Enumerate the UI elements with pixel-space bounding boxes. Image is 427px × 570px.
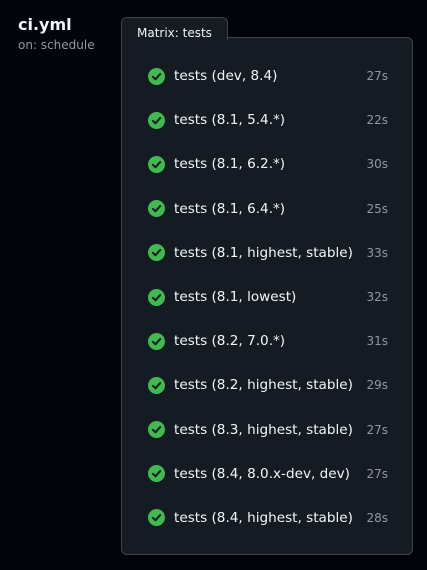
job-duration: 27s: [366, 422, 388, 437]
check-circle-icon: [148, 421, 165, 439]
job-row[interactable]: tests (8.1, 6.4.*) 25s: [148, 187, 388, 231]
job-list: tests (dev, 8.4) 27s tests (8.1, 5.4.*) …: [148, 54, 388, 540]
job-name: tests (8.1, 5.4.*): [174, 112, 286, 129]
job-name: tests (8.4, 8.0.x-dev, dev): [174, 465, 350, 482]
workflow-title[interactable]: ci.yml: [18, 15, 95, 35]
job-duration: 30s: [366, 157, 388, 172]
job-duration: 29s: [366, 378, 388, 393]
check-circle-icon: [148, 244, 165, 262]
job-duration: 27s: [366, 466, 388, 481]
job-row[interactable]: tests (8.4, highest, stable) 28s: [148, 496, 388, 540]
job-duration: 31s: [366, 334, 388, 349]
job-duration: 27s: [366, 69, 388, 84]
check-circle-icon: [148, 155, 165, 173]
job-name: tests (8.1, 6.2.*): [174, 156, 286, 173]
workflow-header: ci.yml on: schedule: [18, 15, 95, 54]
check-circle-icon: [148, 465, 165, 483]
check-circle-icon: [148, 509, 165, 527]
matrix-tab[interactable]: Matrix: tests: [121, 17, 228, 41]
job-row[interactable]: tests (8.2, highest, stable) 29s: [148, 363, 388, 407]
job-duration: 32s: [366, 290, 388, 305]
job-name: tests (dev, 8.4): [174, 68, 278, 85]
job-name: tests (8.4, highest, stable): [174, 509, 353, 526]
workflow-trigger: on: schedule: [18, 38, 95, 52]
job-duration: 22s: [366, 113, 388, 128]
job-name: tests (8.1, 6.4.*): [174, 200, 286, 217]
job-name: tests (8.1, highest, stable): [174, 244, 353, 261]
job-name: tests (8.2, highest, stable): [174, 377, 353, 394]
check-circle-icon: [148, 67, 165, 85]
check-circle-icon: [148, 332, 165, 350]
job-name: tests (8.3, highest, stable): [174, 421, 353, 438]
job-duration: 33s: [366, 245, 388, 260]
job-row[interactable]: tests (8.1, 5.4.*) 22s: [148, 98, 388, 142]
job-row[interactable]: tests (8.2, 7.0.*) 31s: [148, 319, 388, 363]
job-name: tests (8.2, 7.0.*): [174, 333, 286, 350]
job-row[interactable]: tests (8.4, 8.0.x-dev, dev) 27s: [148, 452, 388, 496]
job-name: tests (8.1, lowest): [174, 289, 297, 306]
job-row[interactable]: tests (8.3, highest, stable) 27s: [148, 408, 388, 452]
check-circle-icon: [148, 111, 165, 129]
job-duration: 25s: [366, 201, 388, 216]
job-row[interactable]: tests (8.1, highest, stable) 33s: [148, 231, 388, 275]
check-circle-icon: [148, 288, 165, 306]
job-row[interactable]: tests (8.1, lowest) 32s: [148, 275, 388, 319]
job-row[interactable]: tests (8.1, 6.2.*) 30s: [148, 142, 388, 186]
job-duration: 28s: [366, 510, 388, 525]
check-circle-icon: [148, 376, 165, 394]
job-row[interactable]: tests (dev, 8.4) 27s: [148, 54, 388, 98]
check-circle-icon: [148, 200, 165, 218]
